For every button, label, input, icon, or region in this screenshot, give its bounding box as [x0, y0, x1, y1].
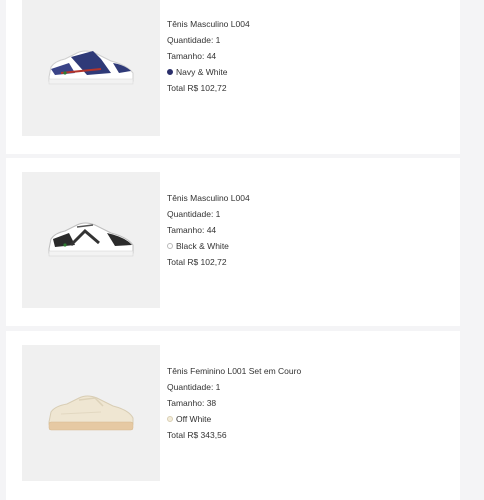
product-name[interactable]: Tênis Masculino L004	[167, 16, 250, 32]
quantity-text: Quantidade: 1	[167, 382, 221, 392]
cart-item: Tênis Feminino L001 Set em Couro Quantid…	[6, 331, 460, 500]
total-price: Total R$ 343,56	[167, 430, 227, 440]
size-text: Tamanho: 38	[167, 398, 217, 408]
product-image[interactable]	[22, 172, 160, 308]
cart-item: Tênis Masculino L004 Quantidade: 1 Taman…	[6, 0, 460, 154]
product-image[interactable]	[22, 345, 160, 481]
sneaker-navy-white-icon	[48, 50, 134, 85]
product-name[interactable]: Tênis Feminino L001 Set em Couro	[167, 363, 301, 379]
item-details: Tênis Masculino L004 Quantidade: 1 Taman…	[167, 190, 250, 270]
item-details: Tênis Masculino L004 Quantidade: 1 Taman…	[167, 16, 250, 96]
item-details: Tênis Feminino L001 Set em Couro Quantid…	[167, 363, 301, 443]
cart-item-list: Tênis Masculino L004 Quantidade: 1 Taman…	[0, 0, 484, 500]
color-swatch	[167, 415, 173, 422]
quantity-text: Quantidade: 1	[167, 209, 221, 219]
color-name: Black & White	[176, 241, 229, 251]
color-name: Off White	[176, 414, 212, 424]
total-price: Total R$ 102,72	[167, 257, 227, 267]
size-text: Tamanho: 44	[167, 51, 217, 61]
product-image[interactable]	[22, 0, 160, 136]
color-swatch	[167, 68, 173, 75]
total-price: Total R$ 102,72	[167, 83, 227, 93]
cart-item: Tênis Masculino L004 Quantidade: 1 Taman…	[6, 158, 460, 326]
color-row: Navy & White	[167, 64, 250, 80]
color-swatch	[167, 242, 173, 249]
color-row: Black & White	[167, 238, 250, 254]
product-name[interactable]: Tênis Masculino L004	[167, 190, 250, 206]
size-text: Tamanho: 44	[167, 225, 217, 235]
sneaker-off-white-icon	[48, 395, 134, 431]
color-row: Off White	[167, 411, 301, 427]
sneaker-black-white-icon	[48, 222, 134, 257]
color-name: Navy & White	[176, 67, 228, 77]
quantity-text: Quantidade: 1	[167, 35, 221, 45]
